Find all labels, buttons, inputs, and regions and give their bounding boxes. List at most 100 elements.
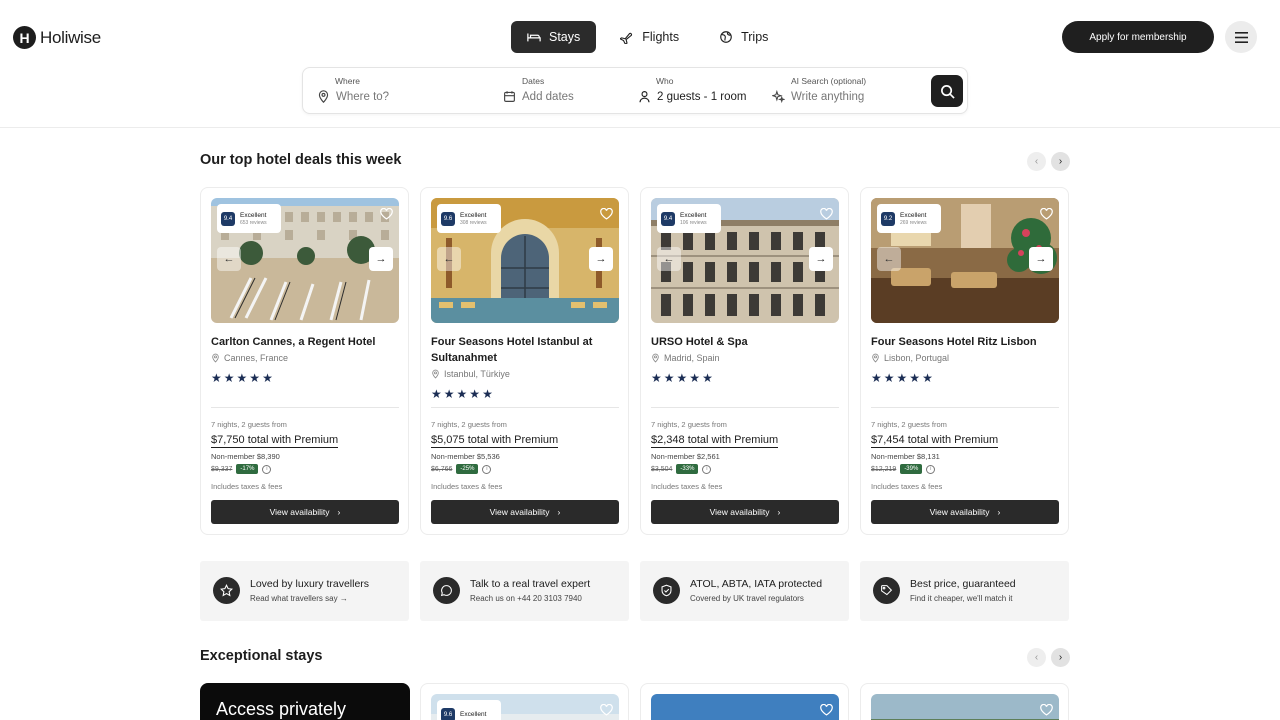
info-icon[interactable]: i: [482, 464, 492, 474]
image-prev-button[interactable]: ←: [437, 247, 461, 271]
trust-item-protection[interactable]: ATOL, ABTA, IATA protected Covered by UK…: [640, 561, 849, 621]
where-field[interactable]: Where Where to?: [317, 76, 497, 103]
who-value[interactable]: 2 guests - 1 room: [657, 91, 746, 103]
menu-button[interactable]: [1225, 21, 1257, 53]
pin-icon: [872, 353, 879, 363]
apply-membership-button[interactable]: Apply for membership: [1062, 21, 1214, 53]
view-availability-button[interactable]: View availability ›: [651, 500, 839, 524]
hotel-name[interactable]: Four Seasons Hotel Ritz Lisbon: [871, 334, 1061, 350]
premium-price[interactable]: $7,454 total with Premium: [871, 434, 999, 448]
image-next-button[interactable]: →: [369, 247, 393, 271]
star-icon: ★: [249, 371, 261, 385]
dates-field[interactable]: Dates Add dates: [503, 76, 623, 103]
heart-icon[interactable]: [820, 704, 833, 716]
chevron-right-icon: ›: [997, 507, 1001, 517]
image-prev-button[interactable]: ←: [877, 247, 901, 271]
exceptional-next-button[interactable]: ›: [1051, 648, 1070, 667]
hotel-location: Cannes, France: [211, 353, 288, 363]
heart-icon[interactable]: [600, 704, 613, 716]
original-price: $9,337: [211, 465, 233, 473]
hotel-card[interactable]: [640, 683, 849, 720]
deals-prev-button[interactable]: ‹: [1027, 152, 1046, 171]
exceptional-prev-button[interactable]: ‹: [1027, 648, 1046, 667]
where-input[interactable]: Where to?: [336, 91, 389, 103]
star-icon: ★: [689, 371, 701, 385]
hotel-card[interactable]: 9.2 Excellent 269 reviews ← → Four Seaso…: [860, 187, 1069, 535]
dates-input[interactable]: Add dates: [522, 91, 574, 103]
search-button[interactable]: [931, 75, 963, 107]
hotel-card[interactable]: 9.4 Excellent 653 reviews ← → Carlton Ca…: [200, 187, 409, 535]
hotel-card[interactable]: [860, 683, 1069, 720]
hotel-card[interactable]: 9.6 Excellent: [420, 683, 629, 720]
image-next-button[interactable]: →: [589, 247, 613, 271]
image-next-button[interactable]: →: [1029, 247, 1053, 271]
info-icon[interactable]: i: [926, 464, 936, 474]
heart-icon[interactable]: [600, 208, 613, 220]
rating-badge: 9.6 Excellent 308 reviews: [437, 204, 501, 233]
access-promo-text: Access privately: [216, 699, 347, 719]
price-context: 7 nights, 2 guests from: [651, 420, 727, 429]
hotel-name[interactable]: URSO Hotel & Spa: [651, 334, 841, 350]
divider: [211, 407, 399, 408]
rating-score: 9.6: [441, 707, 455, 720]
premium-price[interactable]: $5,075 total with Premium: [431, 434, 559, 448]
trust-title: Talk to a real travel expert: [470, 578, 591, 590]
tab-stays[interactable]: Stays: [511, 21, 597, 53]
price-context: 7 nights, 2 guests from: [211, 420, 287, 429]
premium-price[interactable]: $7,750 total with Premium: [211, 434, 339, 448]
review-count: 106 reviews: [680, 219, 707, 226]
info-icon[interactable]: i: [262, 464, 272, 474]
star-icon: ★: [922, 371, 933, 385]
bed-icon: [527, 33, 541, 42]
trust-item-price[interactable]: Best price, guaranteed Find it cheaper, …: [860, 561, 1069, 621]
hotel-image: 9.4 Excellent 106 reviews ← →: [651, 198, 839, 323]
taxes-note: Includes taxes & fees: [211, 482, 283, 491]
exceptional-title: Exceptional stays: [200, 648, 323, 664]
hotel-image: 9.6 Excellent: [431, 694, 619, 720]
trust-subtitle[interactable]: Reach us on +44 20 3103 7940: [470, 594, 582, 603]
premium-price[interactable]: $2,348 total with Premium: [651, 434, 779, 448]
rating-badge: 9.6 Excellent: [437, 700, 501, 720]
hotel-card[interactable]: 9.6 Excellent 308 reviews ← → Four Seaso…: [420, 187, 629, 535]
heart-icon[interactable]: [380, 208, 393, 220]
dates-label: Dates: [522, 76, 545, 86]
info-icon[interactable]: i: [702, 464, 712, 474]
deals-next-button[interactable]: ›: [1051, 152, 1070, 171]
star-icon: ★: [469, 387, 481, 401]
logo[interactable]: H Holiwise: [13, 26, 101, 49]
hotel-name[interactable]: Carlton Cannes, a Regent Hotel: [211, 334, 401, 350]
view-availability-button[interactable]: View availability ›: [211, 500, 399, 524]
rating-label: Excellent: [900, 211, 927, 219]
exceptional-carousel-arrows: ‹ ›: [1027, 648, 1070, 667]
taxes-note: Includes taxes & fees: [871, 482, 943, 491]
image-next-button[interactable]: →: [809, 247, 833, 271]
trust-item-reviews[interactable]: Loved by luxury travellers Read what tra…: [200, 561, 409, 621]
chevron-right-icon: ›: [777, 507, 781, 517]
access-promo-card[interactable]: Access privately: [200, 683, 410, 720]
image-prev-button[interactable]: ←: [657, 247, 681, 271]
nonmember-price: Non-member $5,536: [431, 452, 500, 461]
heart-icon[interactable]: [1040, 704, 1053, 716]
image-prev-button[interactable]: ←: [217, 247, 241, 271]
trust-item-expert[interactable]: Talk to a real travel expert Reach us on…: [420, 561, 629, 621]
tab-flights[interactable]: Flights: [604, 21, 695, 53]
rating-score: 9.2: [881, 211, 895, 226]
hotel-name[interactable]: Four Seasons Hotel Istanbul at Sultanahm…: [431, 334, 621, 366]
view-availability-button[interactable]: View availability ›: [871, 500, 1059, 524]
hotel-card[interactable]: 9.4 Excellent 106 reviews ← → URSO Hotel…: [640, 187, 849, 535]
trust-title: Best price, guaranteed: [910, 578, 1016, 590]
sparkle-icon: [772, 90, 785, 103]
view-availability-button[interactable]: View availability ›: [431, 500, 619, 524]
pin-icon: [652, 353, 659, 363]
heart-icon[interactable]: [820, 208, 833, 220]
hotel-image: 9.4 Excellent 653 reviews ← →: [211, 198, 399, 323]
ai-search-row: Write anything: [772, 90, 922, 103]
hotel-image: 9.6 Excellent 308 reviews ← →: [431, 198, 619, 323]
person-icon: [639, 91, 650, 103]
trust-subtitle[interactable]: Read what travellers say →: [250, 594, 348, 603]
heart-icon[interactable]: [1040, 208, 1053, 220]
tab-trips[interactable]: Trips: [703, 21, 784, 53]
who-field[interactable]: Who 2 guests - 1 room: [638, 76, 768, 103]
ai-search-input[interactable]: Write anything: [791, 91, 864, 103]
ai-search-field[interactable]: AI Search (optional) Write anything: [772, 76, 922, 103]
